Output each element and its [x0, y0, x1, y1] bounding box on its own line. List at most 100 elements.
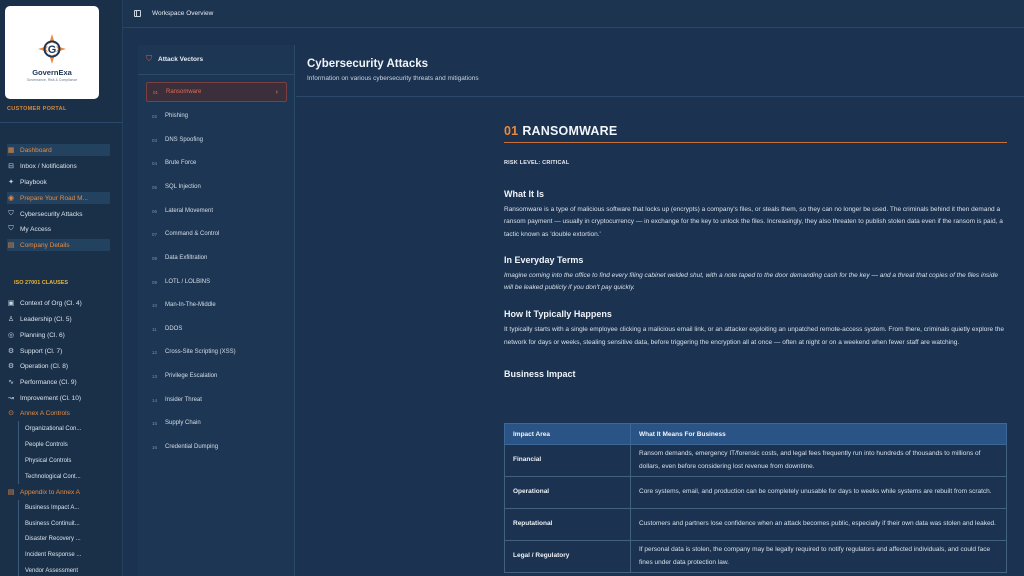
sidebar-item-label: Planning (Cl. 6): [20, 331, 65, 339]
header-divider: [296, 96, 1024, 97]
attack-vector-label: Lateral Movement: [165, 208, 214, 214]
playbook-icon: ✦: [8, 179, 14, 186]
table-row: Reputational Customers and partners lose …: [504, 508, 1007, 541]
impact-table: Impact Area What It Means For Business F…: [504, 423, 1007, 573]
impact-meaning-cell: If personal data is stolen, the company …: [630, 540, 1007, 573]
sidebar-item-cybersecurity-attacks[interactable]: ⛉ Cybersecurity Attacks: [7, 208, 110, 220]
attack-vector-number: 11: [152, 326, 157, 332]
attack-vector-label: Ransomware: [166, 89, 202, 95]
sidebar-item-label: Cybersecurity Attacks: [20, 210, 83, 218]
attack-vector-label: Credential Dumping: [165, 444, 219, 450]
sidebar-item-label: Context of Org (Cl. 4): [20, 299, 82, 307]
access-icon: ⛉: [8, 225, 14, 232]
attack-vector-item[interactable]: 11 DDOS: [152, 323, 287, 335]
sidebar-item-label: Annex A Controls: [20, 409, 70, 417]
sidebar-item-label: Appendix to Annex A: [20, 488, 80, 496]
sidebar-item-label: Inbox / Notifications: [20, 162, 77, 170]
attack-vector-label: Insider Threat: [165, 397, 202, 403]
attack-vector-number: 14: [152, 397, 158, 403]
sidebar-subitem-technological[interactable]: Technological Cont...: [25, 471, 115, 483]
sidebar-item-annex-a[interactable]: ⊙ Annex A Controls: [7, 407, 110, 419]
sidebar-item-dashboard[interactable]: ▦ Dashboard: [7, 144, 110, 156]
operation-icon: ⚙: [7, 363, 15, 370]
sidebar-item-improvement[interactable]: ↝ Improvement (Cl. 10): [7, 392, 110, 404]
sidebar-item-context-of-org[interactable]: ▣ Context of Org (Cl. 4): [7, 297, 110, 309]
sidebar-item-inbox[interactable]: ⊟ Inbox / Notifications: [7, 160, 110, 172]
sidebar-item-label: My Access: [20, 225, 52, 233]
attack-vector-number: 01: [153, 89, 159, 95]
attack-vector-item[interactable]: 13 Privilege Escalation: [152, 370, 287, 382]
attack-vector-item[interactable]: 15 Supply Chain: [152, 417, 287, 429]
panel-divider: [138, 74, 295, 75]
sidebar-item-company-details[interactable]: ▤ Company Details: [7, 239, 110, 251]
sidebar-item-label: Prepare Your Road M...: [20, 194, 88, 202]
content-header: Cybersecurity Attacks Information on var…: [307, 58, 479, 82]
attack-vector-label: Phishing: [165, 113, 189, 119]
sidebar-toggle-icon[interactable]: [134, 10, 141, 17]
sidebar-item-operation[interactable]: ⚙ Operation (Cl. 8): [7, 360, 110, 372]
section-text-what: Ransomware is a type of malicious softwa…: [504, 206, 1003, 238]
sidebar-subitem-vendor[interactable]: Vendor Assessment: [25, 565, 115, 576]
attack-vector-label: Data Exfiltration: [165, 255, 208, 261]
attack-vector-label: DNS Spoofing: [165, 137, 204, 143]
sidebar-subitem-drp[interactable]: Disaster Recovery ...: [25, 533, 115, 545]
attack-vector-item[interactable]: 14 Insider Threat: [152, 394, 287, 406]
table-row: Financial Ransom demands, emergency IT/fo…: [504, 444, 1007, 477]
sidebar-item-roadmap[interactable]: ◉ Prepare Your Road M...: [7, 192, 110, 204]
sidebar-subitem-people[interactable]: People Controls: [25, 439, 115, 451]
top-bar: Workspace Overview: [123, 0, 1024, 28]
attack-vector-item[interactable]: 01 Ransomware ›: [146, 82, 287, 102]
impact-area-cell: Operational: [504, 476, 631, 509]
attack-vectors-title: Attack Vectors: [158, 55, 204, 63]
section-heading-what: What It Is: [504, 189, 544, 199]
sidebar-item-my-access[interactable]: ⛉ My Access: [7, 223, 110, 235]
sidebar-subitem-irp[interactable]: Incident Response ...: [25, 549, 115, 561]
app-sidebar: G GovernExa Governance, Risk & Complianc…: [0, 0, 123, 576]
impact-meaning-cell: Ransom demands, emergency IT/forensic co…: [630, 444, 1007, 477]
attack-vector-item[interactable]: 10 Man-In-The-Middle: [152, 299, 287, 311]
sidebar-item-playbook[interactable]: ✦ Playbook: [7, 176, 110, 188]
support-icon: ⚙: [7, 348, 15, 355]
attack-vector-item[interactable]: 16 Credential Dumping: [152, 441, 287, 453]
sidebar-item-performance[interactable]: ∿ Performance (Cl. 9): [7, 376, 110, 388]
attack-vector-label: Command & Control: [165, 231, 220, 237]
sidebar-item-appendix[interactable]: ▤ Appendix to Annex A: [7, 486, 110, 498]
page-title: Cybersecurity Attacks: [307, 58, 429, 70]
attack-vector-label: Brute Force: [165, 160, 197, 166]
attack-vector-number: 09: [152, 279, 158, 285]
sidebar-divider: [0, 122, 123, 123]
attack-vector-item[interactable]: 06 Lateral Movement: [152, 205, 287, 217]
article-title: 01 RANSOMWARE: [504, 124, 1007, 138]
sidebar-subitem-bcp[interactable]: Business Continuit...: [25, 518, 115, 530]
table-row: Legal / Regulatory If personal data is st…: [504, 540, 1007, 573]
impact-table-body: Financial Ransom demands, emergency IT/fo…: [504, 444, 1007, 573]
attack-vector-number: 06: [152, 208, 158, 214]
attack-vector-item[interactable]: 03 DNS Spoofing: [152, 134, 287, 146]
attack-vector-number: 03: [152, 137, 158, 143]
attack-vector-item[interactable]: 09 LOTL / LOLBINS: [152, 276, 287, 288]
shield-icon: ⛉: [8, 210, 14, 217]
attack-vectors-panel: ⛉ Attack Vectors 01 Ransomware › 02 Phishing…: [138, 45, 295, 576]
attack-vector-item[interactable]: 07 Command & Control: [152, 228, 287, 240]
attack-vector-item[interactable]: 12 Cross-Site Scripting (XSS): [152, 346, 287, 358]
performance-icon: ∿: [8, 379, 14, 386]
attack-vector-item[interactable]: 04 Brute Force: [152, 157, 287, 169]
sidebar-subitem-physical[interactable]: Physical Controls: [25, 455, 115, 467]
section-heading-how: How It Typically Happens: [504, 309, 612, 320]
attack-vector-item[interactable]: 05 SQL Injection: [152, 181, 287, 193]
sidebar-item-planning[interactable]: ◎ Planning (Cl. 6): [7, 329, 110, 341]
sidebar-item-label: Improvement (Cl. 10): [20, 394, 82, 402]
sidebar-item-leadership[interactable]: ♙ Leadership (Cl. 5): [7, 313, 110, 325]
attack-vector-number: 04: [152, 160, 158, 166]
attack-vector-number: 10: [152, 302, 158, 308]
section-text-everyday: Imagine coming into the office to find e…: [504, 271, 998, 292]
sidebar-subitem-bia[interactable]: Business Impact A...: [25, 502, 115, 514]
brand-logo[interactable]: G GovernExa Governance, Risk & Complianc…: [5, 6, 99, 99]
attack-vector-item[interactable]: 08 Data Exfiltration: [152, 252, 287, 264]
sidebar-item-support[interactable]: ⚙ Support (Cl. 7): [7, 345, 110, 357]
improvement-icon: ↝: [8, 395, 14, 402]
section-text-how: It typically starts with a single employ…: [504, 326, 1004, 346]
annex-icon: ⊙: [8, 410, 14, 417]
sidebar-subitem-organizational[interactable]: Organizational Con...: [25, 423, 115, 435]
attack-vector-item[interactable]: 02 Phishing: [152, 110, 287, 122]
